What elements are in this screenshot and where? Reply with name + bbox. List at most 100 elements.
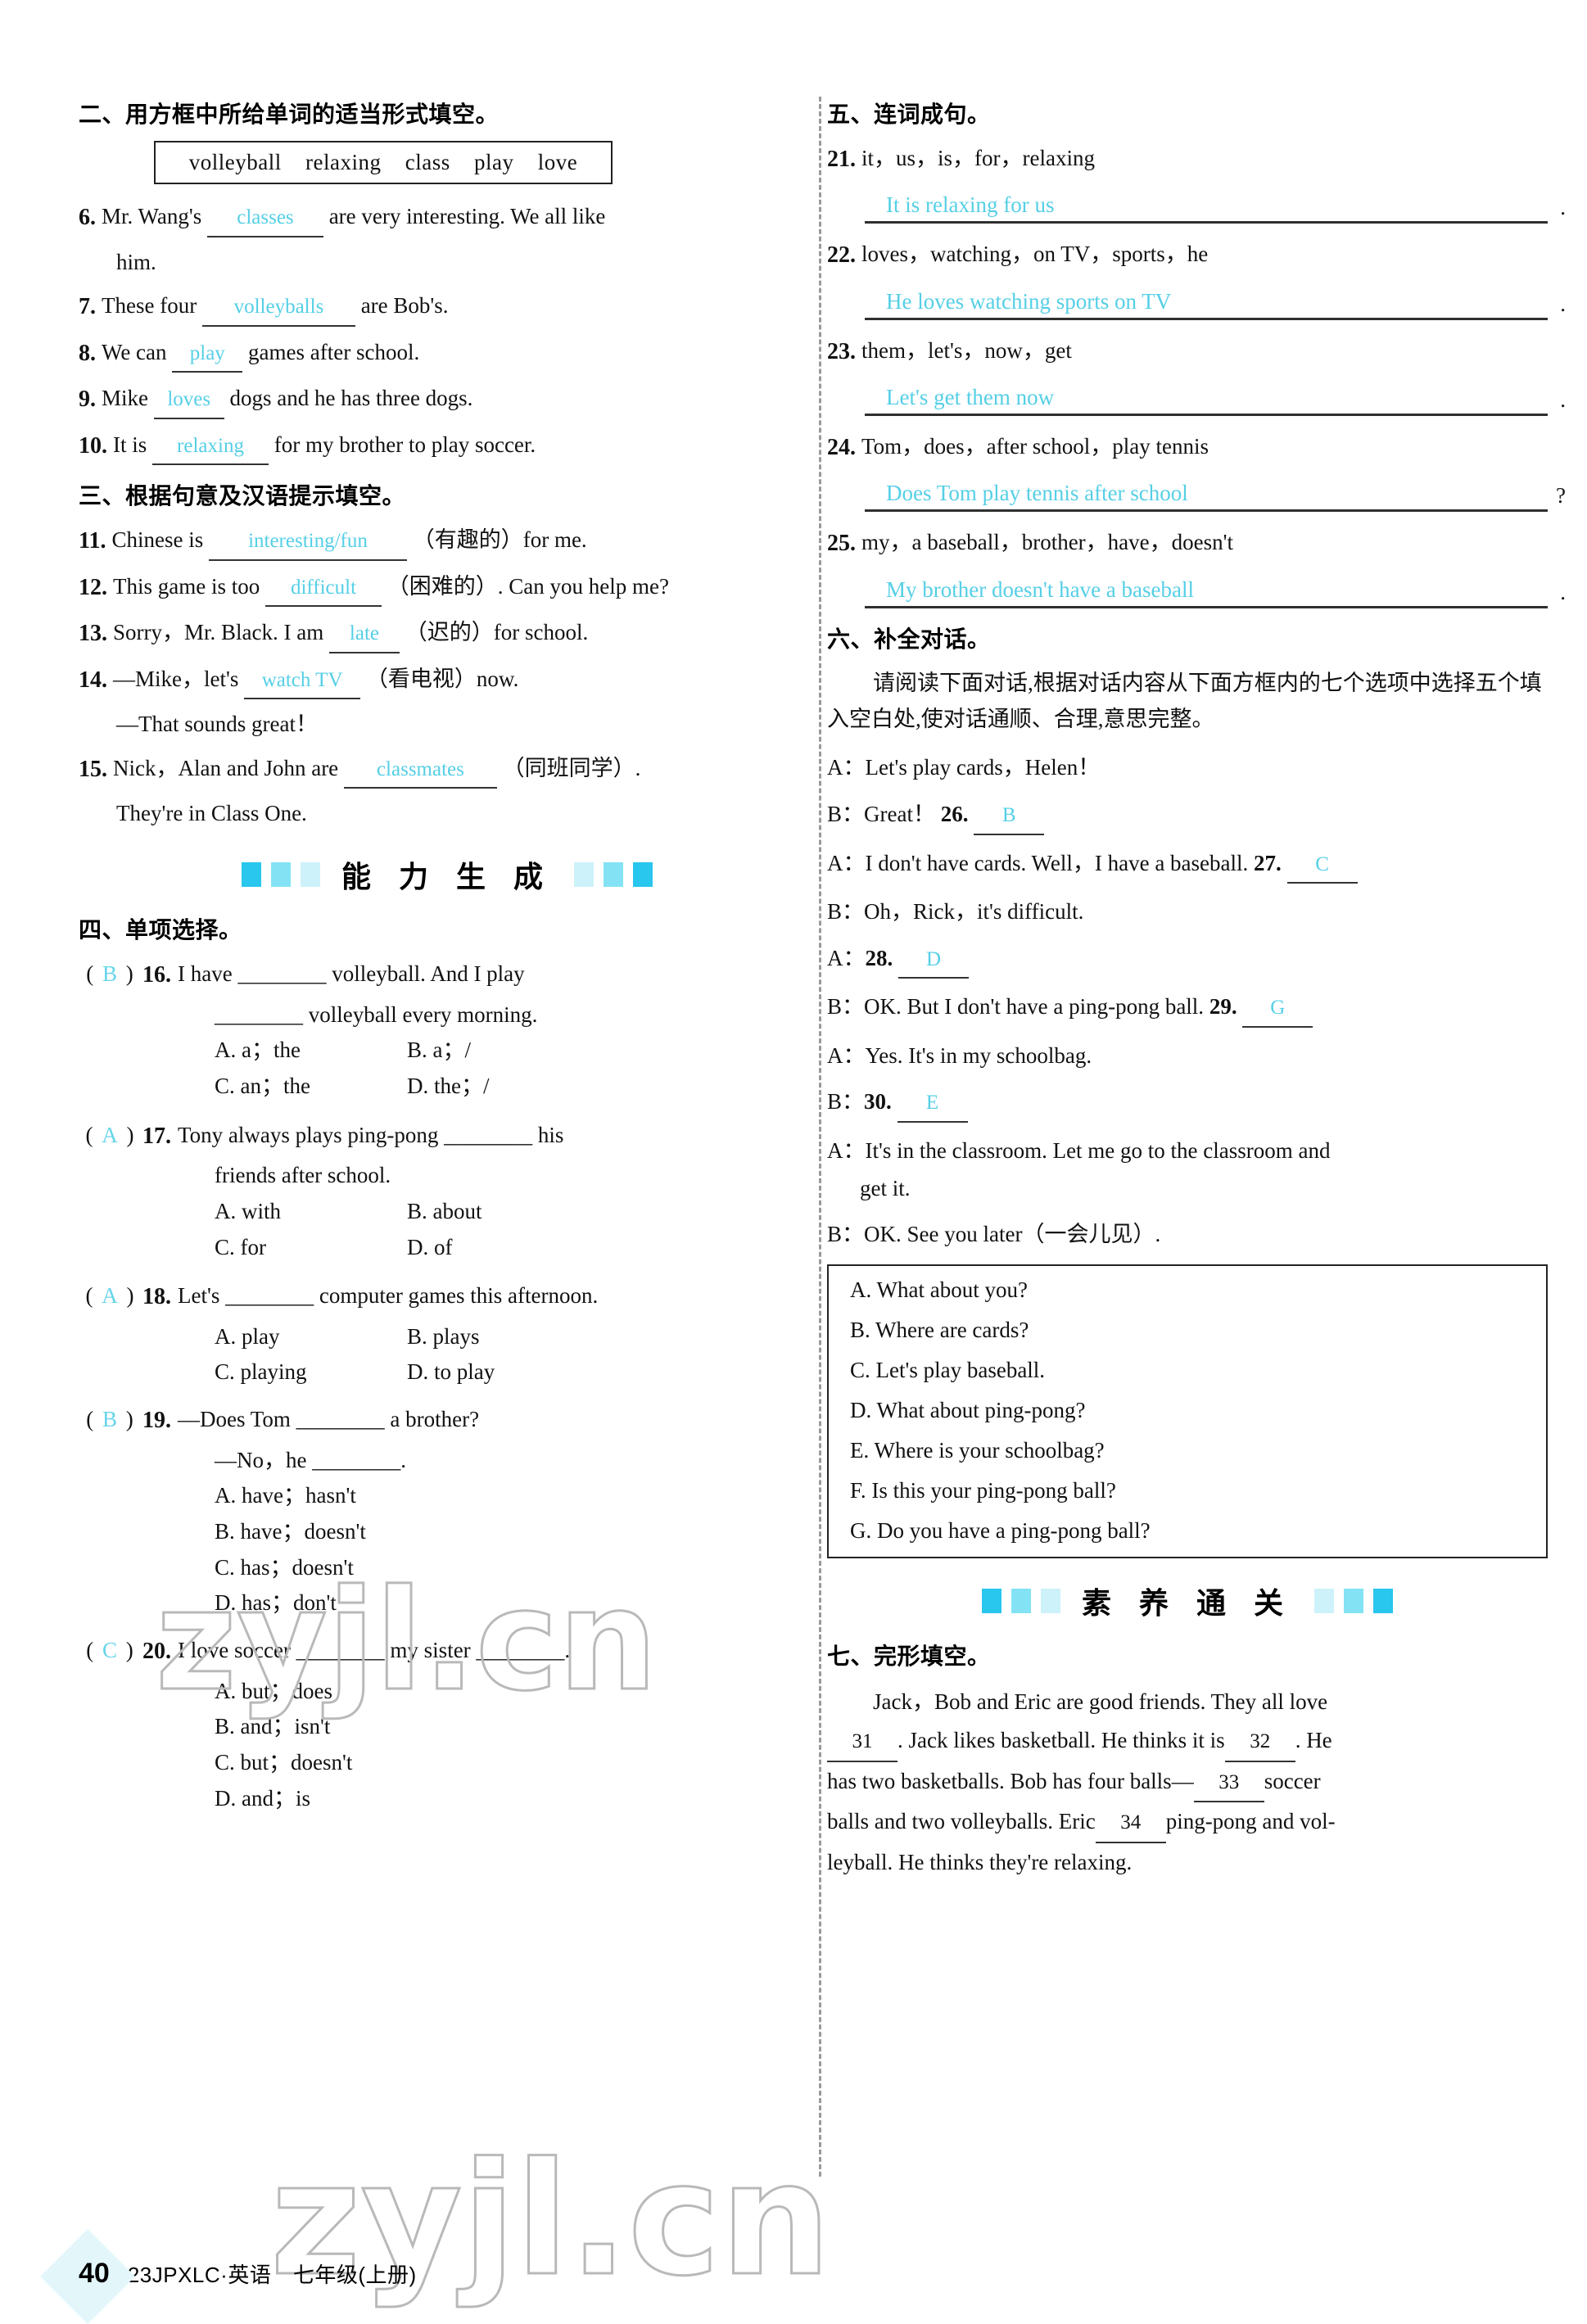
question-text-pre: Chinese is — [111, 527, 204, 553]
answer-blank-9[interactable]: loves — [153, 383, 224, 419]
mc-option-a[interactable]: A. but；does — [79, 1674, 816, 1710]
dialogue-option-f[interactable]: F. Is this your ping-pong ball? — [850, 1480, 1525, 1502]
question-9: 9. Mike loves dogs and he has three dogs… — [79, 381, 816, 419]
mc-option-c[interactable]: C. but；doesn't — [79, 1745, 816, 1781]
mc-answer-box-20[interactable]: ( C ) — [79, 1633, 142, 1670]
mc-option-d[interactable]: D. and；is — [79, 1781, 816, 1817]
dialogue-speaker: A： — [827, 850, 866, 875]
cloze-part-3: . He — [1295, 1728, 1332, 1753]
dialogue-line-3: A：I don't have cards. Well，I have a base… — [827, 846, 1548, 884]
mc-option-d[interactable]: D. the；/ — [407, 1069, 599, 1105]
question-6: 6. Mr. Wang's classes are very interesti… — [79, 199, 816, 237]
answer-punctuation: . — [1560, 387, 1566, 413]
mc-option-c[interactable]: C. has；doesn't — [79, 1550, 816, 1586]
answer-line-22[interactable]: He loves watching sports on TV . — [865, 282, 1566, 320]
dialogue-text: Great！ — [864, 802, 935, 826]
mc-answer-box-16[interactable]: ( B ) — [79, 956, 142, 993]
mc-options-18: A. play B. plays C. playing D. to play — [79, 1319, 816, 1390]
cloze-blank-33[interactable]: 33 — [1193, 1765, 1264, 1803]
mc-option-d[interactable]: D. of — [407, 1230, 599, 1266]
question-text-pre: It is — [113, 432, 147, 457]
question-text-pre: Nick，Alan and John are — [113, 755, 339, 780]
answer-text: It is relaxing for us — [886, 192, 1055, 218]
mc-option-b[interactable]: B. a；/ — [407, 1033, 599, 1069]
dialogue-option-d[interactable]: D. What about ping-pong? — [850, 1399, 1525, 1422]
answer-blank-8[interactable]: play — [172, 337, 243, 373]
answer-punctuation: ? — [1556, 483, 1566, 509]
mc-option-a[interactable]: A. with — [215, 1194, 407, 1230]
answer-line-25[interactable]: My brother doesn't have a baseball . — [865, 570, 1566, 608]
question-number: 23. — [827, 338, 856, 364]
dialogue-answer-28[interactable]: D — [898, 943, 969, 979]
banner-square-icon — [574, 862, 594, 888]
mc-option-d[interactable]: D. has；don't — [79, 1585, 816, 1621]
mc-option-b[interactable]: B. and；isn't — [79, 1709, 816, 1745]
reorder-prompt: it，us，is，for，relaxing — [861, 146, 1095, 170]
dialogue-text: OK. See you later（一会儿见）. — [864, 1222, 1161, 1247]
mc-option-d[interactable]: D. to play — [407, 1354, 599, 1390]
answer-blank-6[interactable]: classes — [206, 201, 323, 237]
mc-stem-line2: —No，he ________. — [215, 1447, 406, 1472]
question-number: 7. — [79, 294, 96, 320]
mc-answer-box-19[interactable]: ( B ) — [79, 1402, 142, 1439]
cloze-blank-34[interactable]: 34 — [1095, 1805, 1166, 1843]
mc-stem: Tony always plays ping-pong ________ his — [178, 1122, 564, 1147]
dialogue-option-c[interactable]: C. Let's play baseball. — [850, 1359, 1525, 1381]
mc-option-c[interactable]: C. for — [215, 1230, 407, 1266]
question-14: 14. —Mike，let's watch TV （看电视）now. — [79, 662, 816, 700]
dialogue-answer-29[interactable]: G — [1242, 992, 1313, 1028]
dialogue-option-a[interactable]: A. What about you? — [850, 1279, 1525, 1301]
question-number: 25. — [827, 531, 856, 557]
answer-blank-12[interactable]: difficult — [264, 572, 382, 608]
mc-option-b[interactable]: B. plays — [407, 1319, 599, 1355]
mc-option-a[interactable]: A. a；the — [215, 1033, 407, 1069]
mc-answer-box-17[interactable]: ( A ) — [79, 1118, 142, 1155]
dialogue-line-6: B：OK. But I don't have a ping-pong ball.… — [827, 989, 1548, 1028]
right-column: 五、连词成句。 21. it，us，is，for，relaxing It is … — [827, 97, 1566, 1882]
question-body: It is relaxing for my brother to play so… — [113, 427, 816, 466]
answer-blank-10[interactable]: relaxing — [152, 430, 269, 466]
dialogue-text: I don't have cards. Well，I have a baseba… — [865, 850, 1249, 875]
dialogue-answer-27[interactable]: C — [1286, 848, 1358, 884]
question-number: 17. — [142, 1123, 171, 1149]
mc-option-b[interactable]: B. about — [407, 1194, 599, 1230]
answer-blank-13[interactable]: late — [328, 617, 400, 653]
dialogue-answer-30[interactable]: E — [897, 1087, 968, 1123]
word-bank-item-4: love — [537, 150, 578, 174]
cloze-part-8: leyball. He thinks they're relaxing. — [827, 1849, 1133, 1874]
reorder-prompt: loves，watching，on TV，sports，he — [861, 242, 1209, 267]
dialogue-line-5: A：28. D — [827, 941, 1548, 979]
question-number: 8. — [79, 340, 96, 366]
dialogue-answer-26[interactable]: B — [974, 799, 1045, 835]
answer-blank-11[interactable]: interesting/fun — [208, 525, 407, 561]
question-10: 10. It is relaxing for my brother to pla… — [79, 427, 816, 466]
dialogue-option-g[interactable]: G. Do you have a ping-pong ball? — [850, 1520, 1525, 1542]
answer-line-24[interactable]: Does Tom play tennis after school ? — [865, 473, 1566, 513]
dialogue-speaker: B： — [827, 899, 865, 924]
answer-blank-7[interactable]: volleyballs — [201, 291, 355, 327]
answer-blank-14[interactable]: watch TV — [244, 664, 361, 700]
answer-line-23[interactable]: Let's get them now . — [865, 378, 1566, 417]
mc-option-a[interactable]: A. play — [215, 1319, 407, 1355]
question-number: 21. — [827, 147, 856, 172]
cloze-blank-31[interactable]: 31 — [827, 1724, 897, 1762]
mc-stem: Let's ________ computer games this after… — [178, 1283, 599, 1309]
cloze-blank-32[interactable]: 32 — [1224, 1724, 1295, 1762]
dialogue-option-e[interactable]: E. Where is your schoolbag? — [850, 1440, 1525, 1462]
mc-answer-box-18[interactable]: ( A ) — [79, 1278, 142, 1315]
question-number: 14. — [79, 667, 107, 693]
answer-blank-15[interactable]: classmates — [343, 753, 497, 789]
section-heading-2: 二、用方框中所给单词的适当形式填空。 — [79, 102, 500, 127]
mc-option-c[interactable]: C. an；the — [215, 1069, 407, 1105]
dialogue-option-b[interactable]: B. Where are cards? — [850, 1319, 1525, 1341]
mc-option-a[interactable]: A. have；hasn't — [79, 1478, 816, 1514]
answer-text: He loves watching sports on TV — [886, 288, 1172, 314]
answer-line-21[interactable]: It is relaxing for us . — [865, 185, 1566, 224]
dialogue-speaker: A： — [827, 1042, 866, 1068]
mc-option-c[interactable]: C. playing — [215, 1354, 407, 1390]
reorder-question-25: 25. my，a baseball，brother，have，doesn't — [827, 525, 1548, 562]
question-body: This game is too difficult （困难的）. Can yo… — [113, 569, 816, 608]
mc-option-b[interactable]: B. have；doesn't — [79, 1514, 816, 1550]
banner-square-icon — [981, 1589, 1001, 1614]
question-number: 18. — [142, 1284, 171, 1310]
